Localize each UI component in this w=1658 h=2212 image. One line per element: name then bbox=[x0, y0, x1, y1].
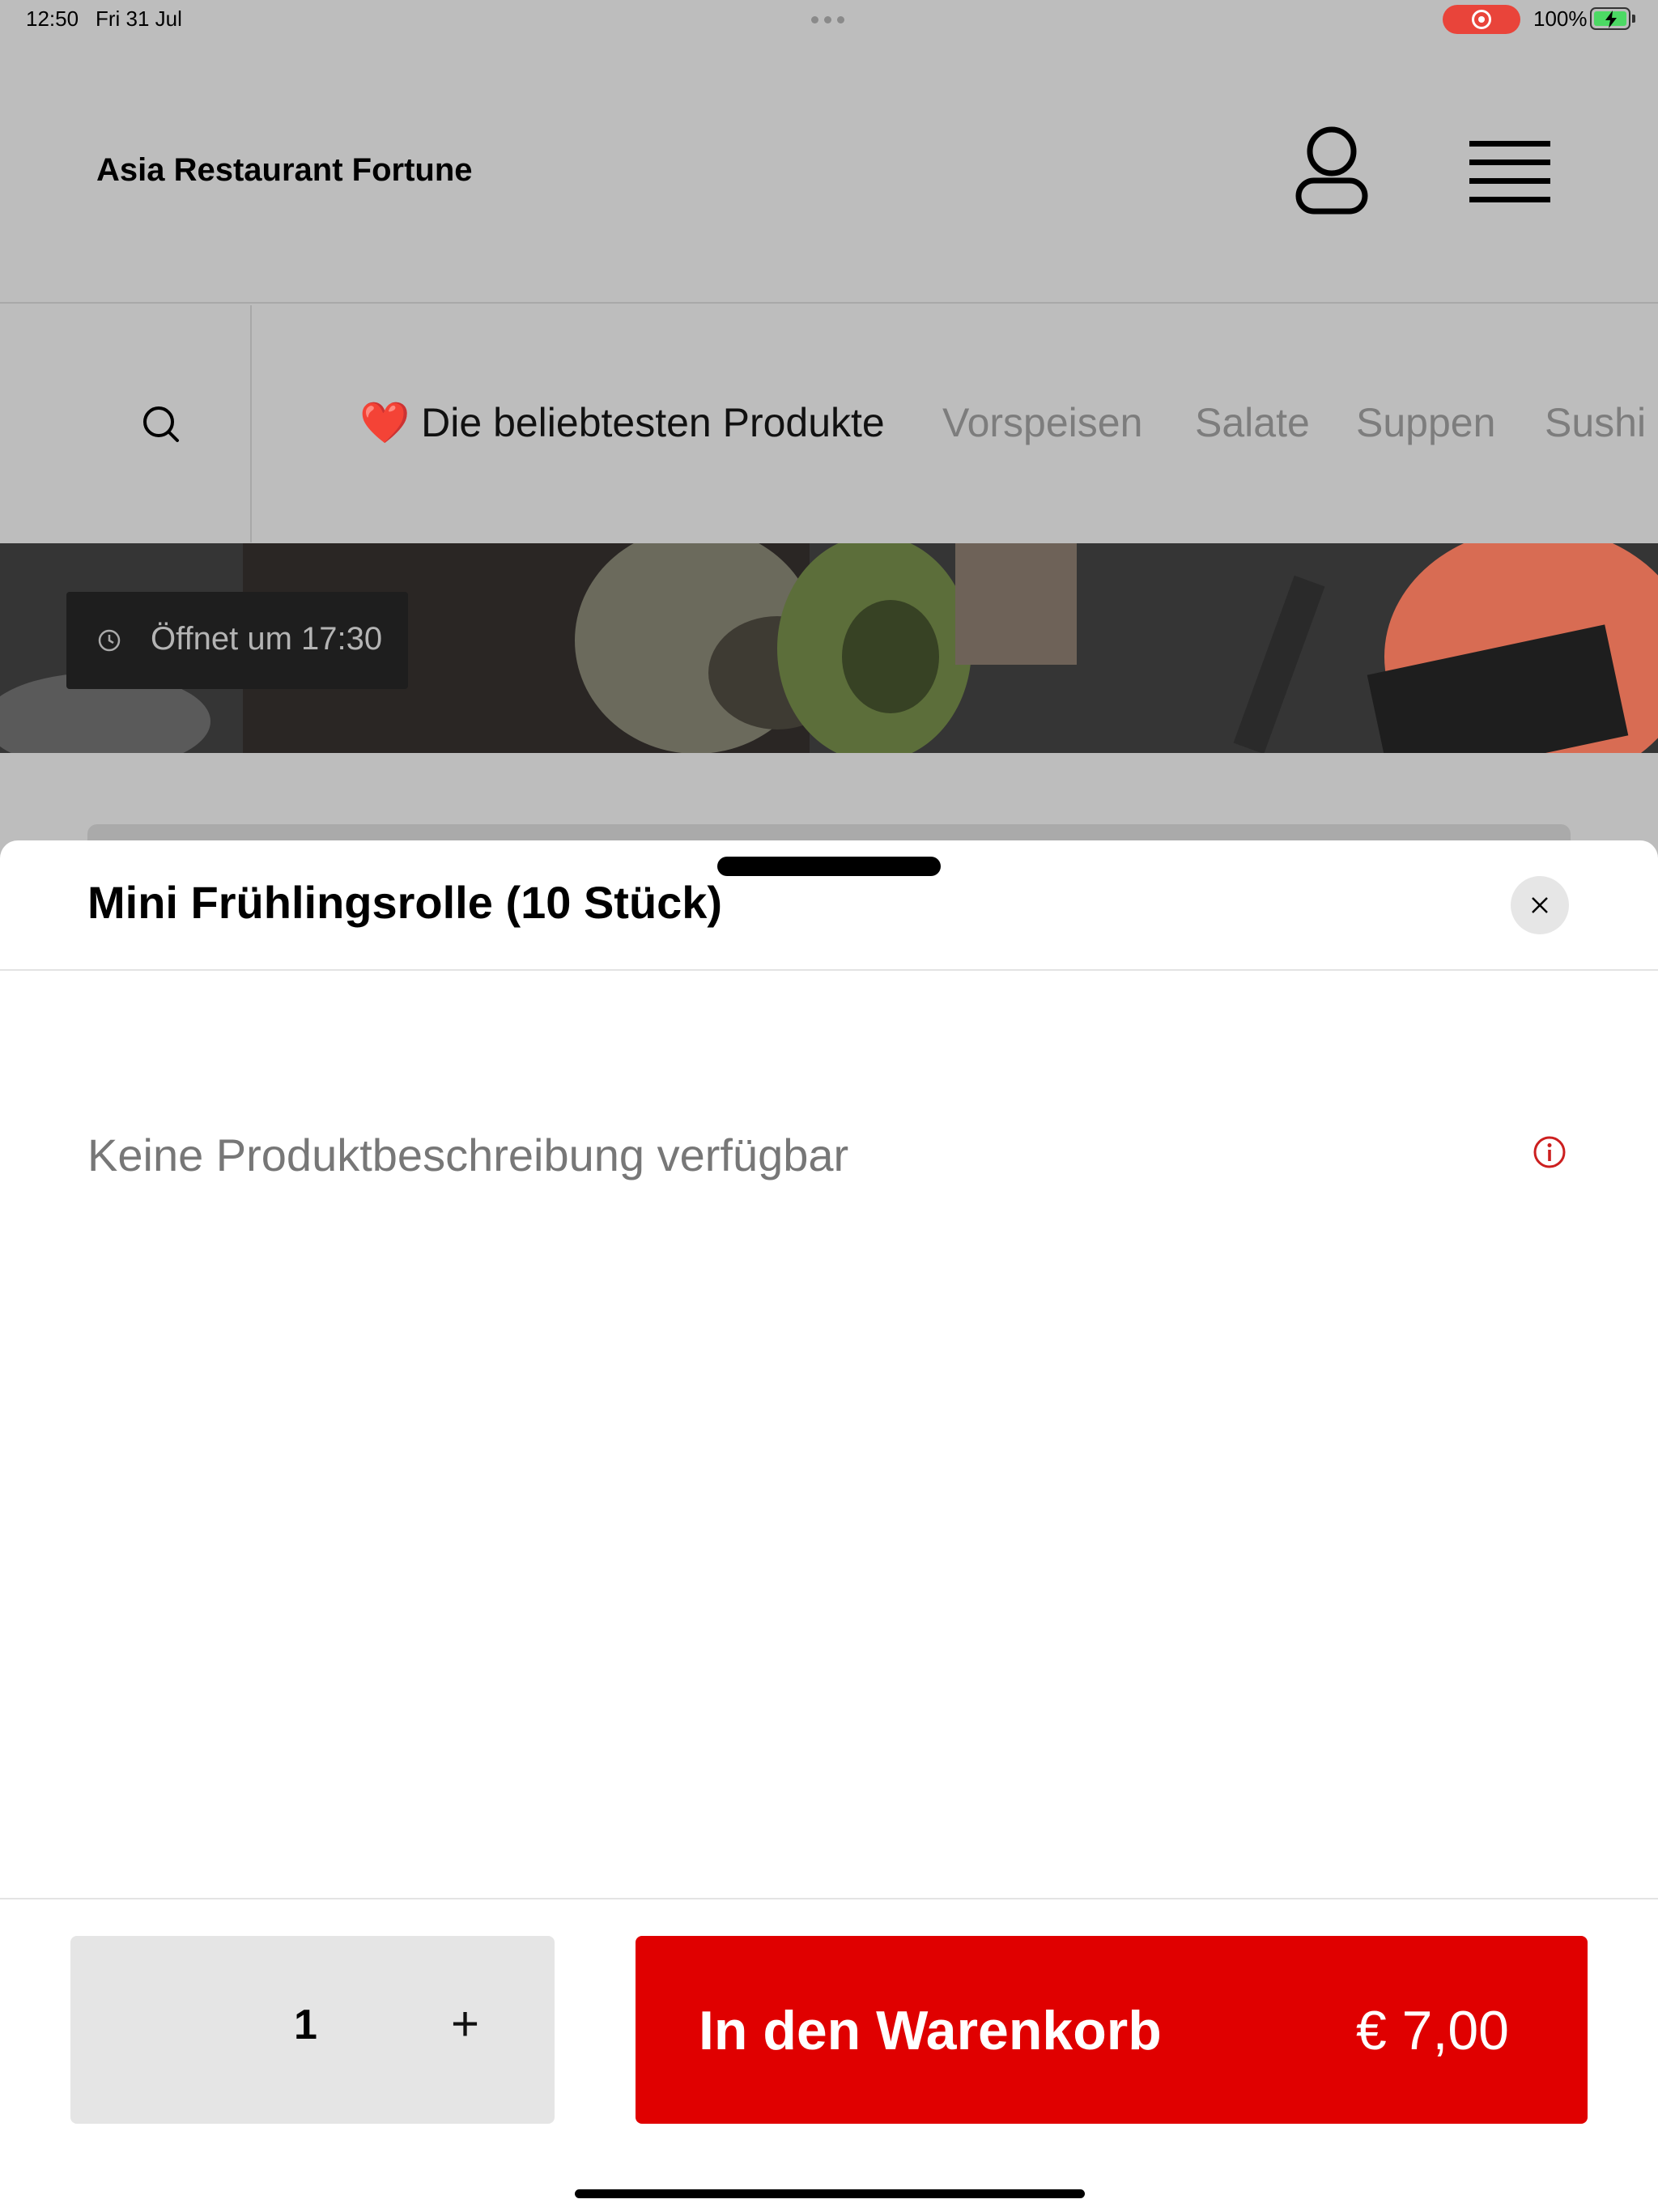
footer-divider bbox=[0, 1898, 1658, 1899]
restaurant-name[interactable]: Asia Restaurant Fortune bbox=[96, 152, 473, 189]
close-button[interactable] bbox=[1511, 876, 1569, 934]
product-description: Keine Produktbeschreibung verfügbar bbox=[87, 1129, 849, 1180]
multitasking-dots-icon[interactable] bbox=[811, 16, 844, 23]
opening-time-text: Öffnet um 17:30 bbox=[151, 621, 383, 657]
close-icon bbox=[1532, 897, 1548, 913]
product-price: € 7,00 bbox=[1355, 2000, 1509, 2061]
category-tab-salate[interactable]: Salate bbox=[1195, 399, 1310, 446]
battery-percentage: 100% bbox=[1533, 6, 1588, 31]
category-bar: ❤️ Die beliebtesten Produkte Vorspeisen … bbox=[0, 305, 1658, 542]
category-tab-vorspeisen[interactable]: Vorspeisen bbox=[942, 399, 1142, 446]
sheet-divider bbox=[0, 969, 1658, 971]
sheet-grabber[interactable] bbox=[717, 857, 941, 876]
search-button[interactable] bbox=[0, 305, 252, 542]
search-icon bbox=[143, 406, 179, 442]
category-tab-suppen[interactable]: Suppen bbox=[1356, 399, 1495, 446]
battery-tip bbox=[1632, 15, 1635, 23]
screen-recording-icon[interactable] bbox=[1443, 5, 1520, 34]
quantity-stepper: 1 + bbox=[70, 1936, 555, 2124]
status-time: 12:50 bbox=[26, 6, 79, 31]
opening-time-badge: Öffnet um 17:30 bbox=[66, 592, 408, 689]
battery-icon bbox=[1590, 7, 1630, 30]
category-tab-popular[interactable]: ❤️ Die beliebtesten Produkte bbox=[359, 399, 885, 447]
add-to-cart-button[interactable]: In den Warenkorb € 7,00 bbox=[636, 1936, 1588, 2124]
add-to-cart-label: In den Warenkorb bbox=[699, 2000, 1162, 2061]
quantity-value: 1 bbox=[294, 2001, 317, 2048]
user-icon[interactable] bbox=[1295, 124, 1368, 217]
info-icon[interactable] bbox=[1533, 1135, 1567, 1173]
menu-icon[interactable] bbox=[1465, 136, 1554, 209]
status-date: Fri 31 Jul bbox=[96, 6, 182, 31]
product-detail-sheet: Mini Frühlingsrolle (10 Stück) Keine Pro… bbox=[0, 840, 1658, 2212]
status-bar: 12:50 Fri 31 Jul 100% bbox=[0, 0, 1658, 39]
category-tab-sushi[interactable]: Sushi bbox=[1545, 399, 1646, 446]
product-title: Mini Frühlingsrolle (10 Stück) bbox=[87, 877, 723, 928]
hero-banner-image: Öffnet um 17:30 bbox=[0, 543, 1658, 753]
app-header: Asia Restaurant Fortune bbox=[0, 39, 1658, 304]
clock-icon bbox=[98, 629, 121, 652]
home-indicator[interactable] bbox=[575, 2189, 1085, 2198]
quantity-plus-button[interactable]: + bbox=[451, 1996, 479, 2052]
